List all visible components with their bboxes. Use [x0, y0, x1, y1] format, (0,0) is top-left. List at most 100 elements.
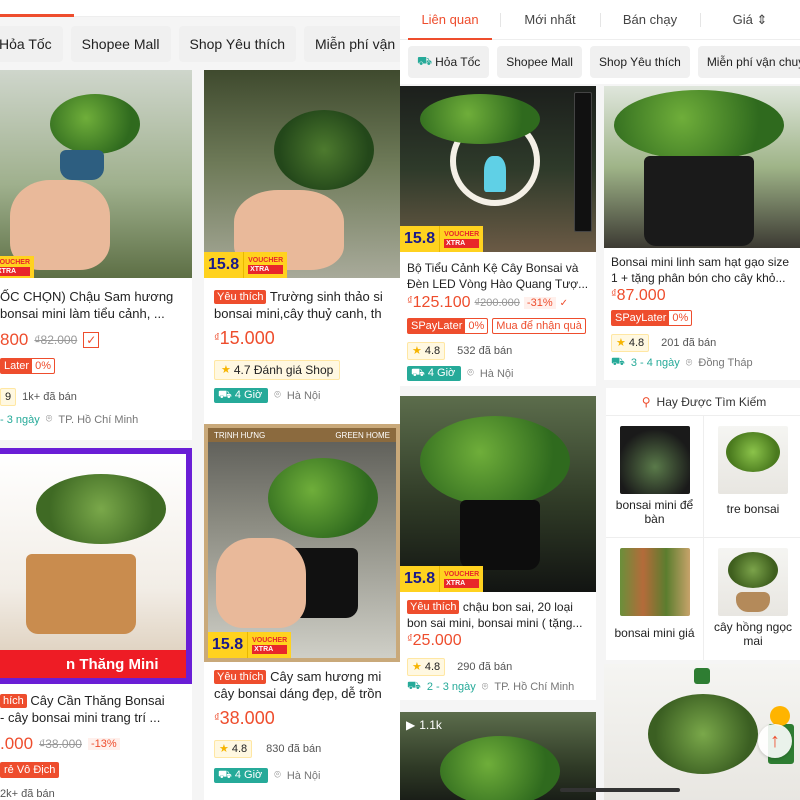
left-chip-hoa-toc[interactable]: Hỏa Tốc — [0, 26, 63, 62]
sold-count: 830 đã bán — [266, 743, 322, 755]
spaylater-badge: SPayLater 0% — [407, 318, 489, 334]
plant-pot — [26, 554, 136, 634]
left-product-card-1[interactable]: VOUCHERXTRA ỐC CHỌN) Chậu Sam hương bons… — [0, 70, 192, 440]
voucher-xtra-badge: 15.8 VOUCHER XTRA — [400, 226, 484, 252]
voucher-label: VOUCHER — [0, 259, 31, 266]
xtra-label: XTRA — [252, 645, 288, 654]
product-title: Yêu thích Trường sinh thảo si bonsai min… — [214, 289, 383, 321]
old-price: ₫200.000 — [474, 297, 520, 309]
suggest-item-cay-hong-ngoc-mai[interactable]: cây hồng ngọc mai — [704, 538, 800, 660]
rating-row: 9 1k+ đã bán — [0, 388, 77, 406]
screenshot-stage: Hỏa Tốc Shopee Mall Shop Yêu thích Miễn … — [0, 0, 800, 800]
statue — [484, 156, 506, 192]
left-product-card-3[interactable]: n Thăng Mini hích Cây Cần Thăng Bonsai -… — [0, 448, 192, 800]
location: Đồng Tháp — [698, 357, 753, 369]
hand — [216, 538, 306, 628]
chip-mien-phi-van-chuyen[interactable]: Miễn phí vận chuy — [697, 46, 800, 78]
product-image: TRỊNH HƯNG GREEN HOME 15.8 VOUCHER XTRA — [204, 424, 400, 662]
product-title: Bộ Tiểu Cảnh Kệ Cây Bonsai và Đèn LED Vò… — [407, 261, 589, 291]
voucher-xtra-badge: 15.8 VOUCHER XTRA — [208, 632, 292, 658]
location: Hà Nội — [479, 367, 514, 380]
popular-searches-grid: bonsai mini để bàn tre bonsai bonsai min… — [606, 416, 800, 660]
chip-shopee-mall[interactable]: Shopee Mall — [497, 46, 582, 78]
suggest-thumb — [718, 426, 788, 494]
location-pin-icon: ⌾ — [274, 769, 281, 781]
product-title: Yêu thích chậu bon sai, 20 loại bon sai … — [407, 600, 583, 630]
left-product-card-4[interactable]: TRỊNH HƯNG GREEN HOME 15.8 VOUCHER XTRA Yê… — [204, 424, 400, 800]
arrow-up-icon: ↑ — [770, 729, 780, 752]
location-pin-icon: ⌾ — [45, 413, 53, 425]
price-row: ₫125.100 ₫200.000 -31% ✓ — [407, 294, 568, 312]
search-icon: ⚲ — [641, 394, 651, 409]
price-row: 800 ₫82.000 ✓ — [0, 330, 100, 350]
left-chip-shop-yeu-thich[interactable]: Shop Yêu thích — [178, 26, 296, 62]
product-card-4[interactable]: ▶ 1.1k — [400, 712, 596, 800]
chip-shop-yeu-thich[interactable]: Shop Yêu thích — [589, 46, 690, 78]
product-title: ỐC CHỌN) Chậu Sam hương bonsai mini làm … — [0, 289, 174, 321]
plant-foliage — [614, 90, 784, 160]
product-price: .000 — [0, 734, 34, 753]
tab-gia[interactable]: Giá ⇕ — [700, 0, 800, 40]
star-icon: ★ — [412, 345, 422, 357]
product-price: ₫15.000 — [214, 328, 275, 348]
rating-badge: 9 — [0, 388, 17, 406]
popular-searches-panel: ⚲ Hay Được Tìm Kiếm bonsai mini để bàn t… — [606, 388, 800, 660]
price-row: ₫38.000 — [214, 708, 275, 729]
plant-foliage — [648, 694, 758, 774]
location-pin-icon: ⌾ — [274, 389, 281, 401]
product-card-2[interactable]: Bonsai mini linh sam hạt gạo size 1 + tặ… — [604, 86, 800, 380]
favorite-shop-tag: Yêu thích — [214, 670, 267, 684]
favorite-shop-tag: hích — [0, 694, 27, 708]
product-price: ₫125.100 — [407, 294, 471, 311]
rating-badge: ★ 4.8 — [214, 740, 253, 758]
voucher-label: VOUCHER — [248, 257, 284, 264]
voucher-xtra-badge: 15.8 VOUCHER XTRA — [204, 252, 288, 278]
suggest-item-bonsai-mini-gia[interactable]: bonsai mini giá — [606, 538, 704, 660]
truck-icon: ⛟ — [218, 389, 232, 401]
truck-icon: ⛟ — [417, 54, 433, 68]
truck-icon: ⛟ — [611, 356, 625, 368]
location-pin-icon: ⌾ — [467, 367, 474, 379]
spay-row: SPayLater 0% — [611, 310, 693, 326]
express-delivery-badge: ⛟ 4 Giờ — [214, 768, 269, 783]
discount-badge: -31% — [523, 297, 556, 309]
price-row: ₫87.000 — [611, 287, 666, 305]
location-pin-icon: ⌾ — [481, 680, 489, 693]
scroll-to-top-button[interactable]: ↑ — [758, 724, 792, 758]
voucher-xtra-badge: VOUCHERXTRA — [0, 256, 35, 278]
certification-logo — [694, 668, 710, 684]
favorite-shop-tag: Yêu thích — [407, 600, 460, 614]
left-search-results: Hỏa Tốc Shopee Mall Shop Yêu thích Miễn … — [0, 0, 400, 800]
rating-row: ★ 4.8 201 đã bán — [611, 334, 716, 352]
product-price: ₫38.000 — [214, 708, 275, 728]
truck-icon: ⛟ — [411, 367, 425, 379]
sold-count: 1k+ đã bán — [22, 391, 77, 403]
rating-row: ★ 4.8 532 đã bán — [407, 342, 512, 360]
spay-row: Later 0% — [0, 358, 55, 374]
star-icon: ★ — [616, 337, 626, 349]
price-row: .000 ₫38.000 -13% — [0, 734, 120, 754]
sold-count: 2k+ đã bán — [0, 788, 55, 800]
suggest-item-bonsai-mini-de-ban[interactable]: bonsai mini để bàn — [606, 416, 704, 538]
tab-lien-quan[interactable]: Liên quan — [400, 0, 500, 40]
coin-cashback-icon: ✓ — [83, 332, 100, 348]
tab-moi-nhat[interactable]: Mới nhất — [500, 0, 600, 40]
plant-foliage — [36, 474, 166, 544]
price-row: ₫25.000 — [407, 632, 462, 650]
suggest-item-tre-bonsai[interactable]: tre bonsai — [704, 416, 800, 538]
left-chip-mien-phi-van[interactable]: Miễn phí vận — [303, 26, 400, 62]
suggest-thumb — [718, 548, 788, 616]
product-card-3[interactable]: 15.8 VOUCHER XTRA Yêu thích chậu bon sai,… — [400, 396, 596, 700]
chip-hoa-toc[interactable]: ⛟ Hỏa Tốc — [408, 46, 490, 78]
tab-ban-chay[interactable]: Bán chạy — [600, 0, 700, 40]
product-title: hích Cây Cần Thăng Bonsai - cây bonsai m… — [0, 693, 165, 725]
favorite-shop-tag: Yêu thích — [214, 290, 267, 304]
left-chip-shopee-mall[interactable]: Shopee Mall — [70, 26, 171, 62]
old-price: ₫38.000 — [39, 737, 82, 751]
product-image: VOUCHERXTRA — [0, 70, 192, 278]
left-sort-active-underline — [0, 14, 74, 17]
delivery-row: ⛟ 4 Giờ ⌾ Hà Nội — [214, 388, 320, 403]
rating-row: ★ 4.8 830 đã bán — [214, 740, 321, 758]
left-product-card-2[interactable]: 15.8 VOUCHER XTRA Yêu thích Trường sinh t… — [204, 70, 400, 440]
product-card-1[interactable]: 15.8 VOUCHER XTRA Bộ Tiểu Cảnh Kệ Cây Bon… — [400, 86, 596, 386]
